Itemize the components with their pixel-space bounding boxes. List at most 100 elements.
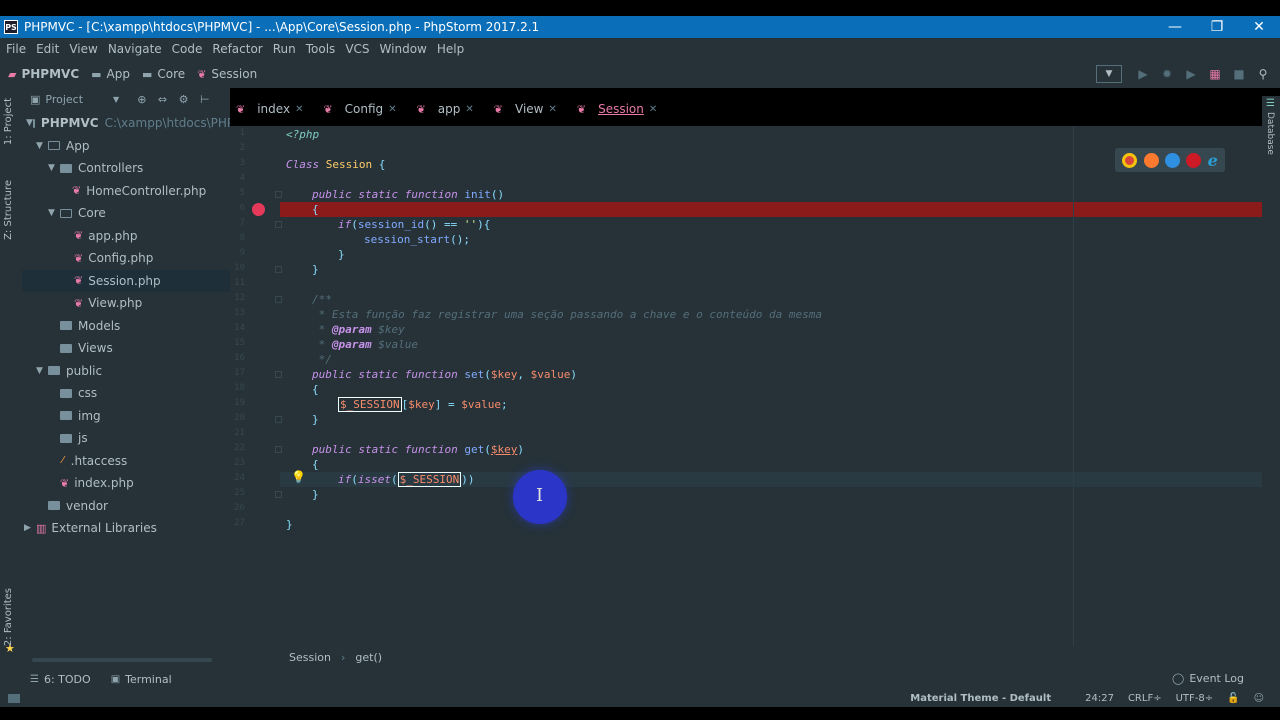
menu-navigate[interactable]: Navigate <box>108 42 162 56</box>
tab-config[interactable]: ❦ Config ✕ <box>323 102 396 116</box>
profile-icon[interactable]: ▦ <box>1204 64 1226 84</box>
chevron-down-icon[interactable]: ▼ <box>48 163 60 173</box>
menu-help[interactable]: Help <box>437 42 464 56</box>
menu-code[interactable]: Code <box>172 42 203 56</box>
close-icon[interactable]: ✕ <box>388 104 396 115</box>
fold-marker-icon[interactable] <box>275 416 282 423</box>
tab-index[interactable]: ❦ index ✕ <box>236 102 303 116</box>
fold-marker-icon[interactable] <box>275 446 282 453</box>
chevron-right-icon[interactable]: ▶ <box>24 523 36 533</box>
close-icon[interactable]: ✕ <box>295 104 303 115</box>
tool-window-toggle-icon[interactable] <box>8 694 20 703</box>
tree-node-external-libraries[interactable]: ▶ ▥ External Libraries <box>22 517 230 540</box>
status-line-separator[interactable]: CRLF÷ <box>1128 693 1162 704</box>
menu-refactor[interactable]: Refactor <box>212 42 262 56</box>
tree-node-index-php[interactable]: ❦ index.php <box>22 472 230 495</box>
tab-event-log[interactable]: ◯ Event Log <box>1172 672 1244 685</box>
status-caret-position[interactable]: 24:27 <box>1085 693 1114 704</box>
close-icon[interactable]: ✕ <box>649 104 657 115</box>
tree-node-js[interactable]: js <box>22 427 230 450</box>
editor-breadcrumb-class[interactable]: Session <box>289 651 331 664</box>
tree-node-root[interactable]: ▼ PHPMVC C:\xampp\htdocs\PHPM <box>22 112 230 135</box>
debug-icon[interactable]: ✹ <box>1156 64 1178 84</box>
fold-marker-icon[interactable] <box>275 296 282 303</box>
project-view-selector[interactable]: Project <box>45 93 83 106</box>
breadcrumb-core[interactable]: ▬ Core <box>142 67 185 81</box>
minimize-button[interactable]: — <box>1154 19 1196 35</box>
status-encoding[interactable]: UTF-8÷ <box>1176 693 1214 704</box>
firefox-icon[interactable] <box>1143 152 1159 168</box>
code-editor[interactable]: 1 2 3 4 5 6 7 8 9 10 11 12 13 14 15 16 1… <box>230 126 1262 646</box>
restore-button[interactable]: ❐ <box>1196 19 1238 35</box>
fold-marker-icon[interactable] <box>275 371 282 378</box>
tab-todo[interactable]: ☰ 6: TODO <box>30 673 91 686</box>
close-button[interactable]: ✕ <box>1238 19 1280 35</box>
ie-icon[interactable]: e <box>1208 151 1218 170</box>
tree-node-app[interactable]: ▼ App <box>22 135 230 158</box>
tab-project-tool[interactable]: 1: Project <box>3 98 14 145</box>
breakpoint-icon[interactable] <box>252 203 265 216</box>
project-panel-scrollbar[interactable] <box>32 658 212 662</box>
lightbulb-icon[interactable]: 💡 <box>291 470 306 484</box>
line-number: 23 <box>234 458 245 468</box>
tab-database-tool[interactable]: Database <box>1265 112 1275 155</box>
breadcrumb-app[interactable]: ▬ App <box>91 67 130 81</box>
chevron-down-icon[interactable]: ▼ <box>36 141 48 151</box>
safari-icon[interactable] <box>1164 152 1180 168</box>
tree-node-core[interactable]: ▼ Core <box>22 202 230 225</box>
tree-node-models[interactable]: Models <box>22 315 230 338</box>
tree-node-session-php[interactable]: ❦ Session.php <box>22 269 230 292</box>
menu-tools[interactable]: Tools <box>306 42 336 56</box>
run-config-dropdown[interactable]: ▼ <box>1096 65 1122 83</box>
editor-breadcrumb-method[interactable]: get() <box>355 651 382 664</box>
close-icon[interactable]: ✕ <box>548 104 556 115</box>
tree-node-controllers[interactable]: ▼ Controllers <box>22 157 230 180</box>
tab-app[interactable]: ❦ app ✕ <box>417 102 474 116</box>
chevron-down-icon[interactable]: ▼ <box>48 208 60 218</box>
stop-icon[interactable]: ■ <box>1228 64 1250 84</box>
status-theme[interactable]: Material Theme - Default <box>910 693 1051 704</box>
chevron-down-icon[interactable]: ▼ <box>36 366 48 376</box>
chevron-down-icon[interactable]: ▼ <box>26 118 33 128</box>
tab-structure-tool[interactable]: Z: Structure <box>3 180 14 240</box>
fold-marker-icon[interactable] <box>275 191 282 198</box>
tab-session[interactable]: ❦ Session ✕ <box>577 102 657 116</box>
search-icon[interactable]: ⚲ <box>1252 64 1274 84</box>
tree-node-public[interactable]: ▼ public <box>22 360 230 383</box>
menu-file[interactable]: File <box>6 42 26 56</box>
menu-edit[interactable]: Edit <box>36 42 59 56</box>
coverage-icon[interactable]: ▶ <box>1180 64 1202 84</box>
tab-terminal[interactable]: ▣ Terminal <box>111 673 172 686</box>
fold-marker-icon[interactable] <box>275 221 282 228</box>
run-icon[interactable]: ▶ <box>1132 64 1154 84</box>
tree-node-config-php[interactable]: ❦ Config.php <box>22 247 230 270</box>
breadcrumb-session[interactable]: ❦ Session <box>197 67 257 81</box>
tree-node-htaccess[interactable]: ⁄ .htaccess <box>22 450 230 473</box>
close-icon[interactable]: ✕ <box>465 104 473 115</box>
fold-marker-icon[interactable] <box>275 266 282 273</box>
line-number: 5 <box>239 188 245 198</box>
inspector-icon[interactable]: ☺ <box>1254 693 1264 704</box>
lock-icon[interactable]: 🔓 <box>1227 693 1239 704</box>
tree-node-views[interactable]: Views <box>22 337 230 360</box>
tree-node-css[interactable]: css <box>22 382 230 405</box>
chrome-icon[interactable] <box>1122 152 1138 168</box>
tree-node-img[interactable]: img <box>22 405 230 428</box>
opera-icon[interactable] <box>1186 152 1202 168</box>
tab-favorites-tool[interactable]: 2: Favorites <box>3 588 14 646</box>
tree-node-app-php[interactable]: ❦ app.php <box>22 225 230 248</box>
breadcrumb-project[interactable]: ▰ PHPMVC <box>8 67 79 81</box>
tree-node-label: View.php <box>88 296 143 311</box>
project-panel-tools[interactable]: ⊕ ⇔ ⚙ ⊢ <box>137 93 213 106</box>
tree-node-homecontroller[interactable]: ❦ HomeController.php <box>22 180 230 203</box>
fold-marker-icon[interactable] <box>275 491 282 498</box>
chevron-down-icon[interactable]: ▼ <box>113 95 119 104</box>
menu-view[interactable]: View <box>69 42 97 56</box>
tree-node-view-php[interactable]: ❦ View.php <box>22 292 230 315</box>
tree-node-vendor[interactable]: vendor <box>22 495 230 518</box>
menu-vcs[interactable]: VCS <box>345 42 369 56</box>
tab-view[interactable]: ❦ View ✕ <box>494 102 557 116</box>
menu-run[interactable]: Run <box>273 42 296 56</box>
editor-gutter[interactable]: 1 2 3 4 5 6 7 8 9 10 11 12 13 14 15 16 1… <box>230 126 282 646</box>
menu-window[interactable]: Window <box>380 42 427 56</box>
